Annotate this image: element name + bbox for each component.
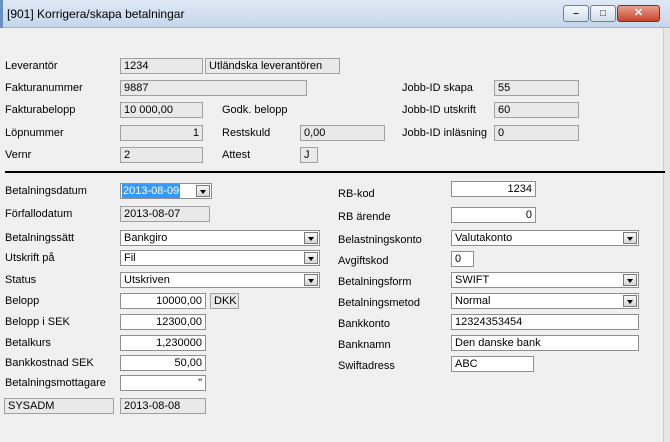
restskuld-label: Restskuld <box>222 127 271 139</box>
lopnummer-label: Löpnummer <box>5 127 64 139</box>
jobb-inlasning-field: 0 <box>494 125 579 141</box>
user-field: SYSADM <box>4 398 114 414</box>
restskuld-field: 0,00 <box>300 125 385 141</box>
belopp-sek-input[interactable]: 12300,00 <box>120 314 206 330</box>
betalkurs-input[interactable]: 1,230000 <box>120 335 206 351</box>
avgiftskod-input[interactable]: 0 <box>451 251 474 267</box>
maximize-icon: □ <box>599 8 607 19</box>
betalkurs-label: Betalkurs <box>5 337 51 349</box>
forfallodatum-label: Förfallodatum <box>5 208 73 220</box>
chevron-down-icon[interactable] <box>304 232 318 244</box>
betalningsdatum-picker[interactable]: 2013-08-09 <box>120 183 212 199</box>
chevron-down-icon[interactable] <box>623 232 637 244</box>
belastningskonto-label: Belastningskonto <box>338 234 422 246</box>
jobb-skapa-field: 55 <box>494 80 579 96</box>
window-title: [901] Korrigera/skapa betalningar <box>7 7 185 21</box>
status-value: Utskriven <box>124 274 170 286</box>
close-button[interactable]: ✕ <box>617 5 660 22</box>
godk-belopp-label: Godk. belopp <box>222 104 288 116</box>
betalningssatt-value: Bankgiro <box>124 232 168 244</box>
fakturabelopp-field: 10 000,00 <box>120 102 203 118</box>
rbarende-input[interactable]: 0 <box>451 207 536 223</box>
chevron-down-icon[interactable] <box>623 274 637 286</box>
chevron-down-icon[interactable] <box>304 252 318 264</box>
utskrift-label: Utskrift på <box>5 252 55 264</box>
fakturabelopp-label: Fakturabelopp <box>5 104 76 116</box>
betalningsdatum-label: Betalningsdatum <box>5 185 87 197</box>
mottagare-label: Betalningsmottagare <box>5 377 106 389</box>
forfallodatum-field: 2013-08-07 <box>120 206 210 222</box>
minimize-icon: – <box>573 8 579 19</box>
avgiftskod-label: Avgiftskod <box>338 255 389 267</box>
betalningsmetod-label: Betalningsmetod <box>338 297 420 309</box>
chevron-down-icon[interactable] <box>623 295 637 307</box>
bankkonto-label: Bankkonto <box>338 318 390 330</box>
rbkod-input[interactable]: 1234 <box>451 181 536 197</box>
scrollbar[interactable] <box>663 28 670 442</box>
status-select[interactable]: Utskriven <box>120 272 320 288</box>
section-divider <box>5 171 665 173</box>
chevron-down-icon[interactable] <box>304 274 318 286</box>
swiftadress-label: Swiftadress <box>338 360 395 372</box>
chevron-down-icon[interactable] <box>196 185 210 197</box>
swiftadress-input[interactable]: ABC <box>451 356 534 372</box>
jobb-utskrift-field: 60 <box>494 102 579 118</box>
belopp-sek-label: Belopp i SEK <box>5 316 70 328</box>
vernr-label: Vernr <box>5 149 32 161</box>
jobb-skapa-label: Jobb-ID skapa <box>402 82 473 94</box>
fakturanummer-label: Fakturanummer <box>5 82 83 94</box>
leverantor-id-field: 1234 <box>120 58 203 74</box>
betalningsmetod-value: Normal <box>455 295 491 307</box>
minimize-button[interactable]: – <box>563 5 589 22</box>
attest-label: Attest <box>222 149 251 161</box>
betalningsform-label: Betalningsform <box>338 276 412 288</box>
jobb-inlasning-label: Jobb-ID inläsning <box>402 127 487 139</box>
lopnummer-field: 1 <box>120 125 203 141</box>
title-bar: [901] Korrigera/skapa betalningar – □ ✕ <box>0 0 670 28</box>
belopp-input[interactable]: 10000,00 <box>120 293 206 309</box>
fakturanummer-field: 9887 <box>120 80 307 96</box>
user-date-field: 2013-08-08 <box>120 398 206 414</box>
valuta-field: DKK <box>210 293 239 309</box>
jobb-utskrift-label: Jobb-ID utskrift <box>402 104 476 116</box>
betalningsform-value: SWIFT <box>455 274 490 286</box>
banknamn-label: Banknamn <box>338 339 391 351</box>
betalningsmetod-select[interactable]: Normal <box>451 293 639 309</box>
belastningskonto-select[interactable]: Valutakonto <box>451 230 639 246</box>
bankkostnad-label: Bankkostnad SEK <box>5 357 94 369</box>
belopp-label: Belopp <box>5 295 40 307</box>
utskrift-select[interactable]: Fil <box>120 250 320 266</box>
status-label: Status <box>5 274 37 286</box>
close-icon: ✕ <box>633 7 644 19</box>
leverantor-name-field: Utländska leverantören <box>205 58 340 74</box>
window-edge <box>0 0 3 28</box>
leverantor-label: Leverantör <box>5 60 58 72</box>
maximize-button[interactable]: □ <box>590 5 616 22</box>
rbkod-label: RB-kod <box>338 188 375 200</box>
utskrift-value: Fil <box>124 252 136 264</box>
bankkonto-input[interactable]: 12324353454 <box>451 314 639 330</box>
betalningssatt-label: Betalningssätt <box>5 232 75 244</box>
betalningsdatum-value: 2013-08-09 <box>122 184 181 198</box>
attest-field: J <box>300 147 318 163</box>
mottagare-input[interactable]: " <box>120 375 206 391</box>
rbarende-label: RB ärende <box>338 211 391 223</box>
bankkostnad-input[interactable]: 50,00 <box>120 355 206 371</box>
belastningskonto-value: Valutakonto <box>455 232 513 244</box>
betalningssatt-select[interactable]: Bankgiro <box>120 230 320 246</box>
vernr-field: 2 <box>120 147 203 163</box>
banknamn-input[interactable]: Den danske bank <box>451 335 639 351</box>
betalningsform-select[interactable]: SWIFT <box>451 272 639 288</box>
